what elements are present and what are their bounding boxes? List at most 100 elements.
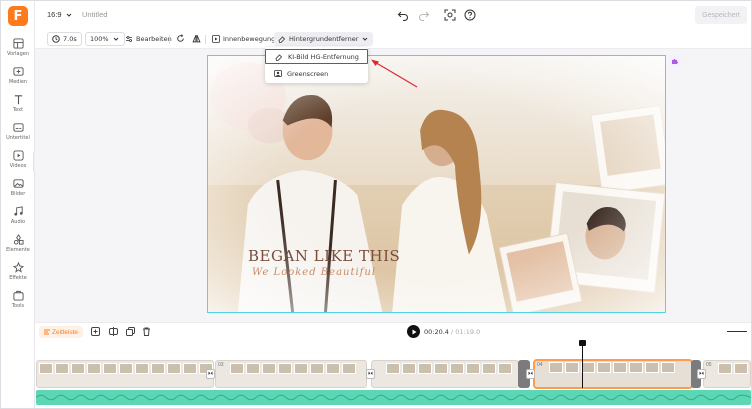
sidebar-item-videos[interactable]: Videos	[1, 149, 35, 175]
edit-toolbar: 7.0s 100% Bearbeiten Innenbewegung Hinte…	[35, 29, 751, 49]
eraser-icon	[275, 53, 283, 61]
audio-icon	[13, 206, 23, 216]
sidebar-item-effekte[interactable]: Effekte	[1, 261, 35, 287]
sidebar-item-label: Elemente	[6, 247, 30, 253]
toolbar-divider	[205, 35, 206, 44]
clip-number: 05	[706, 362, 712, 368]
save-status-button[interactable]: Gespeichert	[695, 6, 747, 24]
sidebar-item-label: Effekte	[9, 275, 27, 281]
slogan-headline[interactable]: BEGAN LIKE THIS	[248, 247, 400, 265]
sidebar-item-elemente[interactable]: Elemente	[1, 233, 35, 259]
audio-track[interactable]	[36, 390, 751, 405]
sidebar-item-label: Bilder	[10, 191, 26, 197]
current-time: 00:20.4	[424, 328, 449, 336]
aspect-ratio-value: 16:9	[47, 10, 62, 19]
timeline-clip[interactable]: 05	[703, 360, 751, 388]
menu-item-ai-bg-removal[interactable]: KI-Bild HG-Entfernung	[265, 49, 368, 64]
chevron-down-icon	[363, 37, 368, 41]
text-icon	[14, 95, 22, 105]
sidebar-item-audio[interactable]: Audio	[1, 205, 35, 231]
motion-button[interactable]: Innenbewegung	[208, 32, 279, 46]
zoom-select[interactable]: 100%	[85, 32, 125, 46]
background-remover-button[interactable]: Hintergrundentferner	[274, 32, 374, 46]
timeline-clip[interactable]	[371, 360, 519, 388]
duration-chip[interactable]: 7.0s	[47, 32, 82, 46]
play-icon	[412, 329, 416, 334]
play-button[interactable]	[407, 325, 420, 338]
trash-icon[interactable]	[142, 327, 151, 336]
timeline-clip[interactable]	[36, 360, 214, 388]
sidebar-item-label: Audio	[10, 219, 26, 225]
screenshot-icon[interactable]	[444, 9, 456, 21]
image-icon	[12, 179, 24, 188]
timeline-tab-label: Zeitleiste	[52, 328, 79, 336]
slogan-script[interactable]: We Looked Beautiful	[252, 267, 376, 278]
timeline-header: Zeitleiste 00:20.4 / 01:19.0	[35, 322, 751, 340]
background-remover-label: Hintergrundentferner	[289, 35, 359, 43]
transition-marker[interactable]: ⏵⏴	[526, 369, 535, 379]
sidebar-item-vorlagen[interactable]: Vorlagen	[1, 37, 35, 63]
video-icon	[12, 150, 24, 161]
video-preview[interactable]: BEGAN LIKE THIS We Looked Beautiful	[207, 55, 666, 313]
duplicate-icon[interactable]	[126, 327, 135, 336]
sidebar-item-untertitel[interactable]: Untertitel	[1, 121, 35, 147]
sidebar-item-label: Videos	[9, 163, 27, 169]
sidebar-item-tools[interactable]: Tools	[1, 289, 35, 315]
sidebar-item-label: Untertitel	[6, 135, 30, 141]
transition-marker[interactable]: ⏵⏴	[697, 369, 706, 379]
chevron-down-icon	[113, 37, 118, 41]
timeline-tab[interactable]: Zeitleiste	[39, 326, 84, 338]
media-icon	[12, 67, 24, 76]
clip-number: 04	[537, 362, 543, 368]
motion-button-label: Innenbewegung	[223, 35, 276, 43]
app-logo[interactable]: F	[8, 6, 28, 26]
subtitle-icon	[12, 123, 24, 132]
duration-value: 7.0s	[63, 35, 77, 43]
edit-button-label: Bearbeiten	[136, 35, 172, 43]
sidebar-item-label: Tools	[11, 303, 25, 309]
help-icon[interactable]	[464, 9, 476, 21]
sidebar-item-medien[interactable]: Medien	[1, 65, 35, 91]
timeline-icon	[44, 329, 50, 335]
motion-icon	[212, 35, 220, 43]
template-icon	[12, 38, 24, 49]
sliders-icon	[126, 36, 132, 42]
clip-number: 03	[218, 362, 224, 368]
timeline-zoom-control[interactable]	[727, 331, 747, 332]
sidebar-item-label: Medien	[8, 79, 28, 85]
project-title[interactable]: Untitled	[82, 10, 107, 19]
app-window: F Vorlagen Medien Text Untertitel Videos…	[0, 0, 752, 409]
transition-marker[interactable]: ⏵⏴	[206, 369, 215, 379]
sidebar: F Vorlagen Medien Text Untertitel Videos…	[1, 1, 39, 408]
sidebar-item-label: Vorlagen	[6, 51, 30, 57]
edit-button[interactable]: Bearbeiten	[121, 32, 176, 46]
playhead[interactable]	[579, 340, 586, 388]
aspect-ratio-select[interactable]: 16:9	[47, 10, 72, 19]
elements-icon	[13, 234, 24, 245]
timeline-clip[interactable]: 03	[215, 360, 367, 388]
flip-icon[interactable]	[192, 34, 201, 43]
add-clip-icon[interactable]	[91, 327, 100, 336]
chevron-down-icon	[66, 13, 71, 17]
selected-timeline-clip[interactable]: 04	[533, 359, 693, 389]
menu-item-label: Greenscreen	[287, 69, 329, 78]
undo-icon[interactable]	[397, 9, 409, 21]
clock-icon	[52, 35, 60, 43]
sidebar-item-label: Text	[12, 107, 24, 113]
sidebar-item-text[interactable]: Text	[1, 93, 35, 119]
top-bar: 16:9 Untitled Gespeichert	[35, 1, 751, 29]
redo-icon[interactable]	[418, 9, 430, 21]
greenscreen-icon	[274, 69, 282, 77]
transition-marker[interactable]: ⏵⏴	[366, 369, 375, 379]
rotate-icon[interactable]	[176, 34, 185, 43]
split-icon[interactable]	[109, 327, 118, 336]
menu-item-greenscreen[interactable]: Greenscreen	[265, 66, 368, 81]
audio-waveform	[36, 394, 751, 401]
eraser-icon	[278, 36, 286, 43]
tools-icon	[12, 290, 24, 301]
toolbar-divider	[169, 35, 170, 44]
sidebar-item-bilder[interactable]: Bilder	[1, 177, 35, 203]
timeline-tracks: ⏵⏴ 03 ⏵⏴ ⏵⏴ 04 ⏵⏴ 05	[35, 340, 751, 408]
playback-time: 00:20.4 / 01:19.0	[424, 328, 480, 336]
ai-assistant-badge[interactable]	[669, 55, 681, 67]
